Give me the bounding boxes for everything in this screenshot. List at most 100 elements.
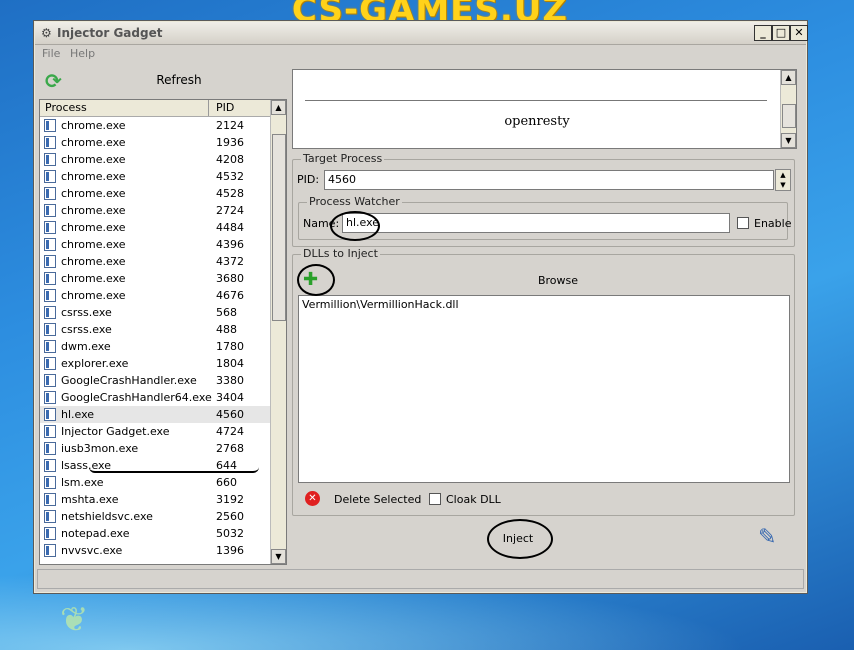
table-row[interactable]: chrome.exe 2124 bbox=[40, 117, 270, 134]
process-watcher-label: Process Watcher bbox=[307, 195, 402, 208]
cloak-dll-checkbox[interactable] bbox=[429, 493, 441, 505]
column-pid[interactable]: PID bbox=[216, 101, 234, 115]
table-row[interactable]: explorer.exe 1804 bbox=[40, 355, 270, 372]
process-icon bbox=[44, 527, 56, 540]
table-row[interactable]: dwm.exe 1780 bbox=[40, 338, 270, 355]
process-icon bbox=[44, 187, 56, 200]
process-name: nvvsvc.exe bbox=[61, 544, 123, 557]
cloak-dll-label: Cloak DLL bbox=[446, 493, 501, 506]
enable-checkbox[interactable] bbox=[737, 217, 749, 229]
refresh-button[interactable]: Refresh bbox=[79, 69, 279, 91]
spin-up-icon[interactable]: ▲ bbox=[776, 170, 790, 180]
title-bar[interactable]: ⚙ Injector Gadget _ □ ✕ bbox=[35, 22, 808, 45]
minimize-button[interactable]: _ bbox=[754, 25, 772, 41]
process-name: chrome.exe bbox=[61, 187, 126, 200]
table-row[interactable]: Injector Gadget.exe 4724 bbox=[40, 423, 270, 440]
table-row[interactable]: chrome.exe 4532 bbox=[40, 168, 270, 185]
scroll-up-arrow-icon[interactable]: ▲ bbox=[781, 70, 796, 85]
menu-help[interactable]: Help bbox=[70, 47, 95, 60]
status-bar bbox=[37, 569, 804, 589]
scroll-down-arrow-icon[interactable]: ▼ bbox=[781, 133, 796, 148]
table-row[interactable]: GoogleCrashHandler.exe 3380 bbox=[40, 372, 270, 389]
process-pid: 1804 bbox=[216, 357, 244, 370]
close-button[interactable]: ✕ bbox=[790, 25, 808, 41]
process-pid: 1936 bbox=[216, 136, 244, 149]
scroll-thumb[interactable] bbox=[272, 134, 286, 321]
process-pid: 1396 bbox=[216, 544, 244, 557]
preview-rule bbox=[305, 100, 767, 101]
process-pid: 3380 bbox=[216, 374, 244, 387]
table-row[interactable]: chrome.exe 4676 bbox=[40, 287, 270, 304]
menu-file[interactable]: File bbox=[42, 47, 60, 60]
table-row[interactable]: chrome.exe 4372 bbox=[40, 253, 270, 270]
table-row[interactable]: lsm.exe 660 bbox=[40, 474, 270, 491]
process-icon bbox=[44, 323, 56, 336]
process-name: mshta.exe bbox=[61, 493, 119, 506]
process-pid: 1780 bbox=[216, 340, 244, 353]
refresh-icon[interactable]: ⟳ bbox=[45, 69, 67, 93]
delete-selected-button[interactable]: Delete Selected bbox=[334, 493, 421, 506]
process-pid: 3404 bbox=[216, 391, 244, 404]
table-row[interactable]: hl.exe 4560 bbox=[40, 406, 270, 423]
table-row[interactable]: mshta.exe 3192 bbox=[40, 491, 270, 508]
dlls-group: DLLs to Inject ✚ Browse Vermillion\Vermi… bbox=[292, 247, 795, 516]
process-pid: 3192 bbox=[216, 493, 244, 506]
list-item[interactable]: Vermillion\VermillionHack.dll bbox=[299, 296, 789, 313]
hand-drawn-underline bbox=[89, 467, 259, 473]
scroll-down-arrow-icon[interactable]: ▼ bbox=[271, 549, 286, 564]
table-row[interactable]: csrss.exe 568 bbox=[40, 304, 270, 321]
table-row[interactable]: nvvsvc.exe 1396 bbox=[40, 542, 270, 559]
process-name: GoogleCrashHandler.exe bbox=[61, 374, 197, 387]
process-list[interactable]: Process PID chrome.exe 2124 chrome.exe 1936… bbox=[39, 99, 287, 565]
spin-down-icon[interactable]: ▼ bbox=[776, 180, 790, 190]
process-icon bbox=[44, 289, 56, 302]
preview-box: openresty ▲ ▼ bbox=[292, 69, 797, 149]
browse-button[interactable]: Browse bbox=[333, 272, 783, 290]
table-row[interactable]: chrome.exe 4396 bbox=[40, 236, 270, 253]
process-icon bbox=[44, 391, 56, 404]
column-process[interactable]: Process bbox=[45, 101, 87, 115]
process-pid: 3680 bbox=[216, 272, 244, 285]
dlls-group-label: DLLs to Inject bbox=[301, 247, 380, 260]
process-name: chrome.exe bbox=[61, 153, 126, 166]
process-icon bbox=[44, 119, 56, 132]
table-row[interactable]: chrome.exe 4484 bbox=[40, 219, 270, 236]
process-icon bbox=[44, 493, 56, 506]
table-row[interactable]: csrss.exe 488 bbox=[40, 321, 270, 338]
hand-drawn-circle-name bbox=[330, 211, 380, 241]
table-row[interactable]: chrome.exe 3680 bbox=[40, 270, 270, 287]
menu-bar: File Help bbox=[35, 45, 806, 63]
table-row[interactable]: chrome.exe 2724 bbox=[40, 202, 270, 219]
maximize-button[interactable]: □ bbox=[772, 25, 790, 41]
delete-icon[interactable]: ✕ bbox=[305, 491, 320, 506]
process-list-scrollbar[interactable]: ▲ ▼ bbox=[270, 100, 286, 564]
dll-list[interactable]: Vermillion\VermillionHack.dll bbox=[298, 295, 790, 483]
scroll-up-arrow-icon[interactable]: ▲ bbox=[271, 100, 286, 115]
process-name: GoogleCrashHandler64.exe bbox=[61, 391, 212, 404]
desktop-leaf-decoration: ❦ bbox=[60, 600, 89, 640]
table-row[interactable]: GoogleCrashHandler64.exe 3404 bbox=[40, 389, 270, 406]
scroll-thumb[interactable] bbox=[782, 104, 796, 128]
preview-text: openresty bbox=[504, 114, 570, 129]
preview-scrollbar[interactable]: ▲ ▼ bbox=[780, 70, 796, 148]
process-pid: 5032 bbox=[216, 527, 244, 540]
pid-field[interactable]: 4560 bbox=[324, 170, 774, 190]
table-row[interactable]: chrome.exe 4528 bbox=[40, 185, 270, 202]
process-name: chrome.exe bbox=[61, 272, 126, 285]
process-name: Injector Gadget.exe bbox=[61, 425, 170, 438]
table-row[interactable]: chrome.exe 4208 bbox=[40, 151, 270, 168]
table-row[interactable]: notepad.exe 5032 bbox=[40, 525, 270, 542]
pid-spinner[interactable]: ▲ ▼ bbox=[775, 169, 791, 191]
table-row[interactable]: chrome.exe 1936 bbox=[40, 134, 270, 151]
process-pid: 4484 bbox=[216, 221, 244, 234]
process-name: chrome.exe bbox=[61, 170, 126, 183]
table-row[interactable]: iusb3mon.exe 2768 bbox=[40, 440, 270, 457]
watcher-name-field[interactable]: hl.exe bbox=[342, 213, 730, 233]
process-pid: 568 bbox=[216, 306, 237, 319]
hand-drawn-circle-inject bbox=[487, 519, 553, 559]
process-name: chrome.exe bbox=[61, 238, 126, 251]
dll-items: Vermillion\VermillionHack.dll bbox=[299, 296, 789, 313]
column-separator[interactable] bbox=[208, 100, 209, 116]
table-row[interactable]: netshieldsvc.exe 2560 bbox=[40, 508, 270, 525]
process-icon bbox=[44, 442, 56, 455]
